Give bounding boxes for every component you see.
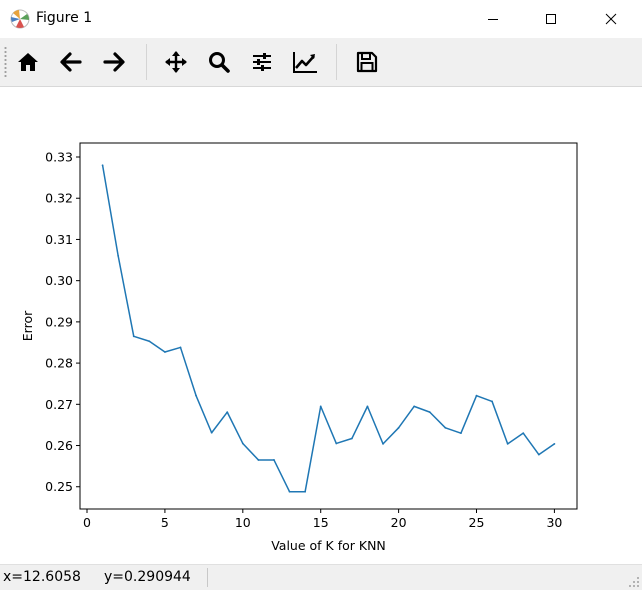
cursor-y-readout: y=0.290944 xyxy=(104,569,191,585)
data-point xyxy=(475,394,478,397)
y-axis-ticks: 0.25 0.26 0.27 0.28 0.29 0.30 0.31 0.32 0.33 xyxy=(45,150,80,494)
save-button[interactable] xyxy=(349,44,385,80)
error-series-line xyxy=(101,165,555,493)
x-tick-label: 25 xyxy=(469,515,485,530)
toolbar-separator xyxy=(336,44,337,80)
data-point xyxy=(288,490,291,493)
close-icon xyxy=(605,13,617,25)
minimize-icon xyxy=(488,19,498,20)
y-tick-label: 0.28 xyxy=(45,356,73,371)
x-tick-label: 5 xyxy=(161,515,169,530)
data-points xyxy=(101,164,556,493)
floppy-disk-icon xyxy=(356,51,378,73)
data-point xyxy=(350,437,353,440)
y-axis-label: Error xyxy=(20,310,35,341)
navigation-toolbar xyxy=(0,38,642,87)
data-point xyxy=(273,459,275,461)
data-point xyxy=(148,340,151,343)
subplots-button[interactable] xyxy=(244,44,280,80)
maximize-icon xyxy=(546,14,556,24)
data-point xyxy=(413,405,416,408)
y-tick-label: 0.27 xyxy=(45,397,73,412)
data-point xyxy=(132,335,135,338)
y-tick-label: 0.31 xyxy=(45,232,73,247)
data-point xyxy=(491,400,493,403)
matplotlib-logo-icon xyxy=(10,9,30,29)
title-bar: Figure 1 xyxy=(0,0,642,38)
y-tick-label: 0.26 xyxy=(45,438,73,453)
x-axis-ticks: 0 5 10 15 20 25 30 xyxy=(83,509,562,530)
data-point xyxy=(101,164,104,167)
back-button[interactable] xyxy=(53,44,89,80)
data-point xyxy=(553,442,556,445)
figure-canvas[interactable]: 0.25 0.26 0.27 0.28 0.29 0.30 0.31 0.32 0.33 0 5 1… xyxy=(0,87,642,564)
move-icon xyxy=(165,51,187,73)
data-point xyxy=(257,459,260,461)
data-point xyxy=(397,426,400,429)
data-point xyxy=(506,442,509,445)
pan-button[interactable] xyxy=(158,44,194,80)
y-tick-label: 0.33 xyxy=(45,150,73,165)
data-point xyxy=(117,255,120,257)
data-point xyxy=(164,351,166,353)
data-point xyxy=(304,490,307,493)
data-point xyxy=(319,405,322,408)
magnifier-icon xyxy=(209,52,230,73)
x-tick-label: 30 xyxy=(546,515,562,530)
close-button[interactable] xyxy=(588,0,634,38)
data-point xyxy=(428,411,431,414)
zoom-button[interactable] xyxy=(201,44,237,80)
line-chart[interactable]: 0.25 0.26 0.27 0.28 0.29 0.30 0.31 0.32 0.33 0 5 1… xyxy=(0,87,642,564)
forward-button[interactable] xyxy=(96,44,132,80)
arrow-right-icon xyxy=(103,52,125,72)
y-tick-label: 0.25 xyxy=(45,479,73,494)
cursor-x-readout: x=12.6058 xyxy=(3,569,81,585)
data-point xyxy=(366,405,369,408)
minimize-button[interactable] xyxy=(470,0,516,38)
y-tick-label: 0.29 xyxy=(45,314,73,329)
x-axis-label: Value of K for KNN xyxy=(271,538,386,553)
data-point xyxy=(241,442,244,445)
axes-frame xyxy=(79,142,578,510)
toolbar-grip[interactable] xyxy=(4,46,7,78)
data-point xyxy=(179,346,182,349)
x-tick-label: 15 xyxy=(313,515,329,530)
home-button[interactable] xyxy=(10,44,46,80)
sliders-icon xyxy=(253,53,271,71)
maximize-button[interactable] xyxy=(528,0,574,38)
status-separator xyxy=(207,568,208,587)
window-title: Figure 1 xyxy=(36,10,93,26)
data-point xyxy=(537,453,540,456)
data-point xyxy=(195,394,197,397)
data-point xyxy=(522,432,525,435)
data-point xyxy=(382,442,384,445)
y-tick-label: 0.32 xyxy=(45,191,73,206)
x-tick-label: 20 xyxy=(391,515,407,530)
toolbar-separator xyxy=(146,44,147,80)
arrow-left-icon xyxy=(60,52,82,72)
home-icon xyxy=(18,53,38,71)
data-point xyxy=(460,432,462,435)
data-point xyxy=(226,411,229,414)
x-tick-label: 10 xyxy=(235,515,251,530)
line-chart-icon xyxy=(293,52,317,73)
resize-grip-icon[interactable] xyxy=(628,576,640,588)
data-point xyxy=(335,442,338,445)
status-bar: x=12.6058 y=0.290944 xyxy=(0,564,642,590)
x-tick-label: 0 xyxy=(83,515,91,530)
data-point xyxy=(444,426,447,429)
data-point xyxy=(210,431,213,434)
edit-axis-button[interactable] xyxy=(287,44,323,80)
y-tick-label: 0.30 xyxy=(45,273,73,288)
